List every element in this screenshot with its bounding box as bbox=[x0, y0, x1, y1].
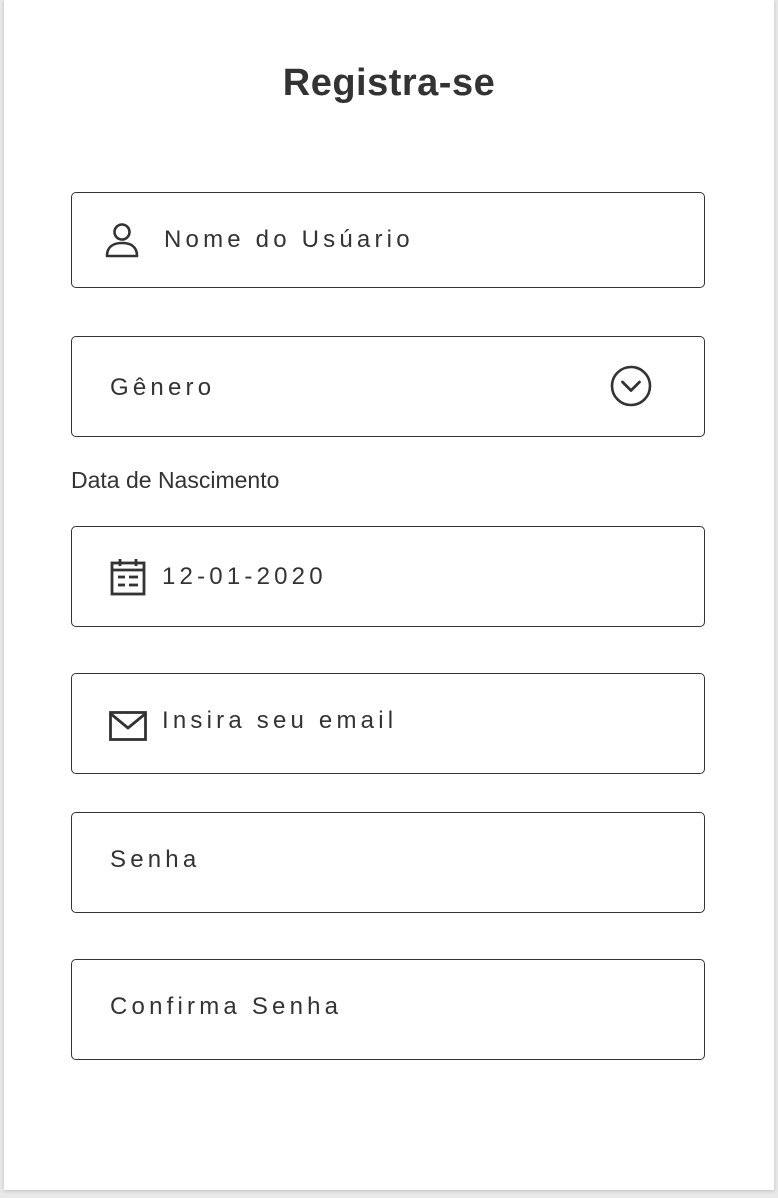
gender-select[interactable]: Gênero bbox=[71, 336, 705, 437]
birthdate-field[interactable]: 12-01-2020 bbox=[71, 526, 705, 627]
page-title: Registra-se bbox=[282, 62, 496, 104]
email-placeholder: Insira seu email bbox=[162, 706, 398, 734]
gender-placeholder: Gênero bbox=[110, 373, 216, 401]
username-field[interactable]: Nome do Usúario bbox=[71, 192, 705, 288]
calendar-icon[interactable] bbox=[110, 558, 146, 596]
confirm-password-field[interactable]: Confirma Senha bbox=[71, 959, 705, 1060]
chevron-down-circle-icon[interactable] bbox=[609, 364, 653, 413]
password-field[interactable]: Senha bbox=[71, 812, 705, 913]
password-placeholder: Senha bbox=[110, 845, 201, 873]
birthdate-value: 12-01-2020 bbox=[162, 562, 327, 590]
birthdate-label: Data de Nascimento bbox=[71, 467, 280, 493]
mail-icon bbox=[109, 710, 147, 741]
register-card: Registra-se Nome do Usúario Gênero Data … bbox=[4, 0, 774, 1190]
confirm-password-placeholder: Confirma Senha bbox=[110, 992, 343, 1020]
user-icon bbox=[104, 221, 140, 259]
username-placeholder: Nome do Usúario bbox=[164, 226, 414, 253]
email-field[interactable]: Insira seu email bbox=[71, 673, 705, 774]
